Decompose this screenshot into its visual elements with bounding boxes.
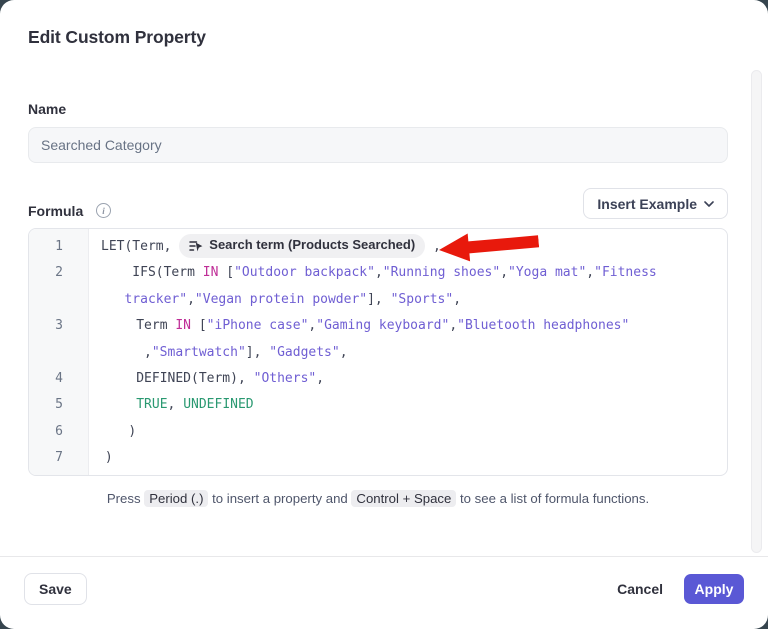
code-token: , bbox=[449, 318, 457, 333]
code-text: ) bbox=[89, 445, 113, 471]
name-label: Name bbox=[28, 101, 66, 117]
code-token: , bbox=[144, 345, 152, 360]
code-token: tracker" bbox=[124, 292, 187, 307]
code-line: 3Term IN ["iPhone case","Gaming keyboard… bbox=[29, 313, 727, 339]
code-line: 5TRUE, UNDEFINED bbox=[29, 392, 727, 418]
line-number: 1 bbox=[29, 234, 89, 260]
save-button[interactable]: Save bbox=[24, 573, 87, 605]
code-text: TRUE, UNDEFINED bbox=[89, 392, 254, 418]
line-number bbox=[29, 287, 89, 313]
code-token: IN bbox=[203, 265, 219, 280]
code-token: , bbox=[168, 397, 184, 412]
code-token: "iPhone case" bbox=[207, 318, 309, 333]
code-token: , bbox=[586, 265, 594, 280]
code-text: IFS(Term IN ["Outdoor backpack","Running… bbox=[89, 260, 657, 286]
code-token: "Outdoor backpack" bbox=[234, 265, 375, 280]
cancel-button[interactable]: Cancel bbox=[615, 573, 665, 605]
code-text: Term IN ["iPhone case","Gaming keyboard"… bbox=[89, 313, 629, 339]
apply-button[interactable]: Apply bbox=[684, 574, 744, 604]
code-token: IFS(Term bbox=[132, 265, 202, 280]
formula-label: Formula bbox=[28, 203, 83, 219]
line-number bbox=[29, 340, 89, 366]
code-token: ], bbox=[246, 345, 269, 360]
period-kbd: Period (.) bbox=[144, 490, 208, 507]
code-token: "Gadgets" bbox=[269, 345, 339, 360]
line-number: 2 bbox=[29, 260, 89, 286]
code-token: ) bbox=[128, 424, 136, 439]
code-token: ) bbox=[105, 450, 113, 465]
code-token: Term bbox=[136, 318, 175, 333]
code-text: ,"Smartwatch"], "Gadgets", bbox=[89, 340, 348, 366]
line-number: 4 bbox=[29, 366, 89, 392]
search-term-icon bbox=[189, 239, 203, 253]
code-token: , bbox=[500, 265, 508, 280]
code-line: 4DEFINED(Term), "Others", bbox=[29, 366, 727, 392]
code-token: , bbox=[453, 292, 461, 307]
code-token: "Others" bbox=[254, 371, 317, 386]
line-number: 3 bbox=[29, 313, 89, 339]
dialog-title: Edit Custom Property bbox=[28, 27, 206, 48]
edit-custom-property-dialog: Edit Custom Property Name Formula i Inse… bbox=[0, 0, 768, 629]
info-icon[interactable]: i bbox=[96, 203, 111, 218]
chevron-down-icon bbox=[704, 201, 714, 207]
code-line: 6) bbox=[29, 419, 727, 445]
code-line: tracker","Vegan protein powder"], "Sport… bbox=[29, 287, 727, 313]
name-input[interactable] bbox=[28, 127, 728, 163]
code-line: 1LET(Term, Search term (Products Searche… bbox=[29, 234, 727, 260]
code-token: , bbox=[187, 292, 195, 307]
line-number: 6 bbox=[29, 419, 89, 445]
code-line: 7) bbox=[29, 445, 727, 471]
code-token: DEFINED(Term), bbox=[136, 371, 253, 386]
footer-divider bbox=[0, 556, 768, 557]
code-token: "Vegan protein powder" bbox=[195, 292, 367, 307]
code-text: LET(Term, Search term (Products Searched… bbox=[89, 234, 441, 260]
code-token: [ bbox=[218, 265, 234, 280]
property-chip-label: Search term (Products Searched) bbox=[209, 232, 415, 258]
code-text: DEFINED(Term), "Others", bbox=[89, 366, 324, 392]
hint-text: Press bbox=[107, 491, 144, 506]
vertical-scrollbar[interactable] bbox=[751, 70, 762, 553]
line-number: 5 bbox=[29, 392, 89, 418]
code-token: , bbox=[375, 265, 383, 280]
control-space-kbd: Control + Space bbox=[351, 490, 456, 507]
code-token: TRUE bbox=[136, 397, 167, 412]
code-token: "Smartwatch" bbox=[152, 345, 246, 360]
code-token: , bbox=[340, 345, 348, 360]
code-token: , bbox=[425, 239, 441, 254]
code-token: , bbox=[316, 371, 324, 386]
insert-example-button[interactable]: Insert Example bbox=[583, 188, 728, 219]
code-token: [ bbox=[191, 318, 207, 333]
code-token: "Fitness bbox=[594, 265, 657, 280]
formula-hint: Press Period (.) to insert a property an… bbox=[28, 491, 728, 506]
code-text: tracker","Vegan protein powder"], "Sport… bbox=[89, 287, 461, 313]
code-token: "Bluetooth headphones" bbox=[457, 318, 629, 333]
code-token: LET(Term, bbox=[101, 239, 179, 254]
code-token: ], bbox=[367, 292, 390, 307]
code-line: ,"Smartwatch"], "Gadgets", bbox=[29, 340, 727, 366]
hint-text: to see a list of formula functions. bbox=[456, 491, 649, 506]
formula-code-editor[interactable]: 1LET(Term, Search term (Products Searche… bbox=[28, 228, 728, 476]
code-token: IN bbox=[175, 318, 191, 333]
code-token: "Yoga mat" bbox=[508, 265, 586, 280]
property-chip[interactable]: Search term (Products Searched) bbox=[179, 234, 425, 258]
code-line: 2IFS(Term IN ["Outdoor backpack","Runnin… bbox=[29, 260, 727, 286]
code-token: "Gaming keyboard" bbox=[316, 318, 449, 333]
line-number: 7 bbox=[29, 445, 89, 471]
insert-example-label: Insert Example bbox=[597, 196, 697, 212]
code-text: ) bbox=[89, 419, 136, 445]
code-lines: 1LET(Term, Search term (Products Searche… bbox=[29, 229, 727, 472]
hint-text: to insert a property and bbox=[208, 491, 351, 506]
code-token: UNDEFINED bbox=[183, 397, 253, 412]
code-token: "Running shoes" bbox=[383, 265, 500, 280]
code-token: "Sports" bbox=[391, 292, 454, 307]
